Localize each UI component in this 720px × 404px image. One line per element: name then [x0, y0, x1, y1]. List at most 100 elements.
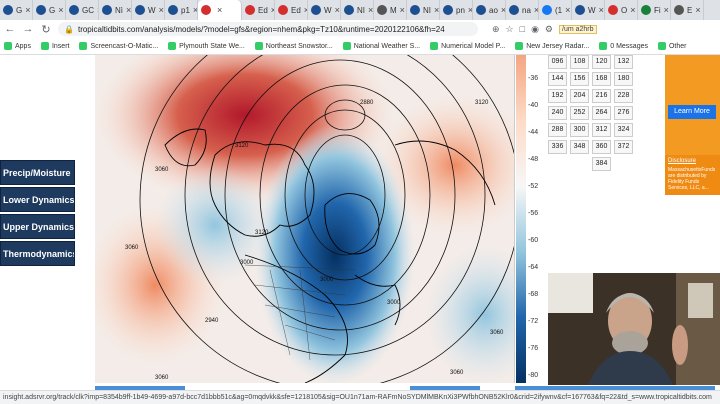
- forecast-hour-button[interactable]: 204: [570, 89, 589, 103]
- tab[interactable]: Fi ×: [638, 0, 671, 20]
- model-map[interactable]: 3120 3120 3060 3060 3000 3000 2940 2880 3000 3060…: [95, 55, 515, 383]
- close-icon[interactable]: ×: [599, 5, 604, 15]
- forecast-hour-button[interactable]: 264: [592, 106, 611, 120]
- bookmark-item[interactable]: Other: [657, 42, 687, 50]
- forecast-hour-button[interactable]: 252: [570, 106, 589, 120]
- tab[interactable]: O ×: [605, 0, 638, 20]
- forecast-hour-button[interactable]: 324: [614, 123, 633, 137]
- extension-icon[interactable]: □: [520, 24, 525, 34]
- forecast-hour-button[interactable]: 120: [592, 55, 611, 69]
- tab[interactable]: E ×: [671, 0, 704, 20]
- learn-more-button[interactable]: Learn More: [668, 105, 716, 119]
- tab[interactable]: GC×: [66, 0, 99, 20]
- forecast-hour-button[interactable]: 096: [548, 55, 567, 69]
- forecast-hour-button[interactable]: 372: [614, 140, 633, 154]
- page-content: 3120 3120 3060 3060 3000 3000 2940 2880 3000 3060…: [0, 55, 720, 404]
- tab[interactable]: NI ×: [407, 0, 440, 20]
- forecast-hour-button[interactable]: 276: [614, 106, 633, 120]
- tab[interactable]: NI ×: [341, 0, 374, 20]
- forecast-hour-button[interactable]: 360: [592, 140, 611, 154]
- forecast-hour-button[interactable]: 132: [614, 55, 633, 69]
- colorbar-ticks: -36 -40 -44 -48 -52 -56 -60 -64 -68 -72 -76 -80: [528, 55, 544, 383]
- close-icon[interactable]: ×: [126, 5, 131, 15]
- tab-label: GC: [82, 5, 94, 15]
- side-menu-button[interactable]: Thermodynamics: [0, 241, 75, 266]
- tab[interactable]: G ×: [0, 0, 33, 20]
- tab[interactable]: Ed×: [242, 0, 275, 20]
- noaa-icon: [443, 5, 453, 15]
- tab[interactable]: pn ×: [440, 0, 473, 20]
- tab[interactable]: Ed×: [275, 0, 308, 20]
- forecast-hour-button[interactable]: 168: [592, 72, 611, 86]
- forecast-hour-button[interactable]: 156: [570, 72, 589, 86]
- ad-disclosure-link[interactable]: Disclosure: [668, 158, 696, 164]
- side-menu-button[interactable]: Upper Dynamics: [0, 214, 75, 239]
- bookmark-label: Plymouth State We...: [179, 42, 245, 50]
- tab-label: O: [621, 5, 628, 15]
- forward-icon[interactable]: →: [22, 23, 34, 35]
- forecast-hour-button[interactable]: 180: [614, 72, 633, 86]
- forecast-hour-button[interactable]: 348: [570, 140, 589, 154]
- extension-icon[interactable]: ⚙: [545, 24, 553, 35]
- close-icon[interactable]: ×: [434, 5, 439, 15]
- side-menu-button[interactable]: Lower Dynamics: [0, 187, 75, 212]
- close-icon[interactable]: ×: [664, 5, 669, 15]
- tab-label: W: [588, 5, 596, 15]
- forecast-hour-button[interactable]: 108: [570, 55, 589, 69]
- facebook-icon: [542, 5, 552, 15]
- bookmark-item[interactable]: National Weather S...: [342, 42, 420, 50]
- extension-badge[interactable]: /um a2hrb: [559, 24, 597, 34]
- tab[interactable]: W ×: [308, 0, 341, 20]
- forecast-hour-button[interactable]: 336: [548, 140, 567, 154]
- tab[interactable]: W ×: [572, 0, 605, 20]
- forecast-hour-button[interactable]: 216: [592, 89, 611, 103]
- tab[interactable]: G ×: [33, 0, 66, 20]
- forecast-hour-button[interactable]: 288: [548, 123, 567, 137]
- tab[interactable]: p1 ×: [165, 0, 198, 20]
- back-icon[interactable]: ←: [4, 23, 16, 35]
- side-menu-button[interactable]: Precip/Moisture: [0, 160, 75, 185]
- forecast-hour-button[interactable]: 228: [614, 89, 633, 103]
- tab[interactable]: na ×: [506, 0, 539, 20]
- bookmark-item[interactable]: Northeast Snowstor...: [254, 42, 333, 50]
- bookmark-item[interactable]: Screencast-O-Matic...: [79, 42, 158, 50]
- close-icon[interactable]: ×: [400, 5, 405, 15]
- forecast-hour-button[interactable]: 312: [592, 123, 611, 137]
- bookmark-item[interactable]: Apps: [4, 42, 31, 50]
- address-bar[interactable]: 🔒 tropicaltidbits.com/analysis/models/?m…: [58, 22, 478, 36]
- close-icon[interactable]: ×: [368, 5, 373, 15]
- close-icon[interactable]: ×: [695, 5, 700, 15]
- close-icon[interactable]: ×: [58, 5, 63, 15]
- tab[interactable]: M ×: [374, 0, 407, 20]
- close-icon[interactable]: ×: [565, 5, 570, 15]
- bookmark-item[interactable]: 0 Messages: [599, 42, 648, 50]
- bookmark-item[interactable]: Numerical Model P...: [430, 42, 505, 50]
- close-icon[interactable]: ×: [25, 5, 30, 15]
- bookmark-item[interactable]: Insert: [40, 42, 69, 50]
- tab-label: M: [390, 5, 397, 15]
- forecast-hour-button[interactable]: 300: [570, 123, 589, 137]
- noaa-icon: [476, 5, 486, 15]
- close-icon[interactable]: ×: [630, 5, 635, 15]
- noaa-icon: [311, 5, 321, 15]
- bookmark-item[interactable]: New Jersey Radar...: [515, 42, 589, 50]
- contour-label: 3000: [320, 277, 334, 283]
- extension-icon[interactable]: ◉: [531, 24, 539, 35]
- tab[interactable]: ao ×: [473, 0, 506, 20]
- close-icon[interactable]: ×: [217, 5, 222, 15]
- tab[interactable]: W ×: [132, 0, 165, 20]
- forecast-hour-button[interactable]: 240: [548, 106, 567, 120]
- tropicaltidbits-icon: [245, 5, 255, 15]
- close-icon[interactable]: ×: [159, 5, 164, 15]
- forecast-hour-button[interactable]: 384: [592, 157, 611, 171]
- tab[interactable]: ×: [198, 0, 242, 20]
- tab[interactable]: Nì ×: [99, 0, 132, 20]
- tab[interactable]: (1 ×: [539, 0, 572, 20]
- reload-icon[interactable]: ↻: [40, 23, 52, 36]
- forecast-hour-button[interactable]: 192: [548, 89, 567, 103]
- star-icon[interactable]: ☆: [506, 24, 514, 35]
- forecast-hour-button[interactable]: 144: [548, 72, 567, 86]
- close-icon[interactable]: ×: [335, 5, 340, 15]
- install-icon[interactable]: ⊕: [492, 24, 500, 35]
- bookmark-item[interactable]: Plymouth State We...: [168, 42, 245, 50]
